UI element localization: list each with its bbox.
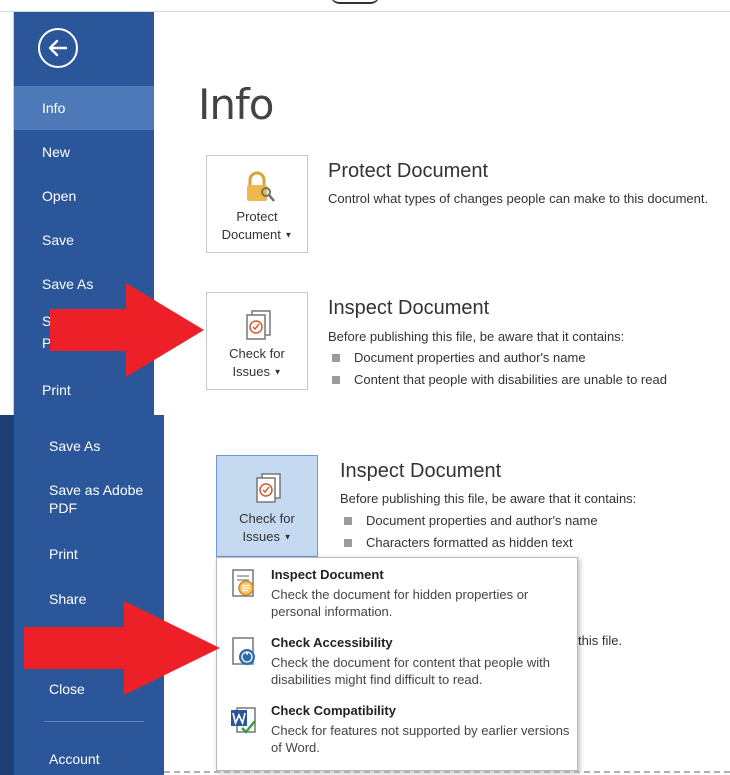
menu-item-description: Check the document for content that peop… bbox=[271, 655, 550, 687]
compatibility-icon bbox=[231, 707, 256, 734]
inspect-bullet: Characters formatted as hidden text bbox=[340, 535, 573, 550]
protect-button-label-2: Document bbox=[221, 227, 281, 242]
menu-item-description: Check the document for hidden properties… bbox=[271, 587, 529, 619]
inspect-section-title: Inspect Document bbox=[340, 460, 502, 482]
check-for-issues-button[interactable]: Check for Issues ▼ bbox=[206, 292, 308, 390]
red-arrow-annotation bbox=[50, 283, 204, 377]
inspect-bullet: Document properties and author's name bbox=[340, 513, 598, 528]
accessibility-icon bbox=[232, 637, 255, 665]
dropdown-caret-icon: ▼ bbox=[284, 230, 293, 240]
nav-save-as-adobe-pdf[interactable]: Save as Adobe PDF bbox=[14, 469, 154, 521]
inspect-bullet: Content that people with disabilities ar… bbox=[328, 372, 667, 387]
protect-document-button[interactable]: Protect Document ▼ bbox=[206, 155, 308, 253]
check-for-issues-menu: Inspect Document Check the document for … bbox=[216, 557, 578, 771]
partially-hidden-text: this file. bbox=[578, 633, 623, 648]
checklist-icon bbox=[256, 473, 281, 503]
nav-print[interactable]: Print bbox=[14, 533, 164, 573]
nav-save-as[interactable]: Save As bbox=[14, 425, 164, 465]
nav-open[interactable]: Open bbox=[14, 174, 154, 218]
inspect-section-description: Before publishing this file, be aware th… bbox=[340, 491, 637, 506]
backstage-sidebar: Save As Save as Adobe PDF Print Share Cl… bbox=[14, 415, 164, 775]
menu-item-title: Check Accessibility bbox=[271, 635, 393, 650]
back-arrow-icon bbox=[48, 39, 68, 57]
inspect-section-title: Inspect Document bbox=[328, 297, 490, 319]
nav-new[interactable]: New bbox=[14, 130, 154, 174]
dropdown-caret-icon: ▼ bbox=[283, 532, 292, 542]
top-crop-edge bbox=[0, 0, 730, 12]
menu-item-check-compatibility[interactable]: Check Compatibility Check for features n… bbox=[217, 696, 577, 762]
issues-button-label-2: Issues bbox=[242, 529, 281, 544]
page-title: Info bbox=[198, 80, 274, 129]
window-edge bbox=[0, 415, 14, 775]
menu-item-title: Inspect Document bbox=[271, 567, 384, 582]
protect-section-title: Protect Document bbox=[328, 160, 489, 182]
menu-item-check-accessibility[interactable]: Check Accessibility Check the document f… bbox=[217, 628, 577, 694]
issues-button-label-2: Issues bbox=[232, 364, 271, 379]
menu-item-title: Check Compatibility bbox=[271, 703, 396, 718]
menu-item-inspect-document[interactable]: Inspect Document Check the document for … bbox=[217, 560, 577, 626]
issues-button-label-1: Check for bbox=[239, 511, 295, 526]
nav-save[interactable]: Save bbox=[14, 218, 154, 262]
back-button[interactable] bbox=[38, 28, 78, 68]
nav-separator bbox=[44, 721, 144, 722]
inspect-document-icon bbox=[232, 569, 254, 597]
protect-button-label-1: Protect bbox=[236, 209, 278, 224]
check-for-issues-button[interactable]: Check for Issues ▼ bbox=[216, 455, 318, 557]
menu-item-description: Check for features not supported by earl… bbox=[271, 723, 570, 755]
crop-edge bbox=[164, 771, 730, 773]
top-screenshot-panel: Info New Open Save Save As S P Print Inf… bbox=[0, 0, 730, 415]
bottom-screenshot-panel: Save As Save as Adobe PDF Print Share Cl… bbox=[0, 415, 730, 775]
nav-account[interactable]: Account bbox=[14, 738, 164, 775]
checklist-icon bbox=[246, 310, 271, 340]
nav-info[interactable]: Info bbox=[14, 86, 154, 130]
window-edge bbox=[0, 0, 14, 415]
red-arrow-annotation bbox=[24, 601, 220, 695]
lock-key-icon bbox=[247, 171, 275, 202]
inspect-section-description: Before publishing this file, be aware th… bbox=[328, 329, 625, 344]
inspect-bullet: Document properties and author's name bbox=[328, 350, 586, 365]
dropdown-caret-icon: ▼ bbox=[273, 367, 282, 377]
protect-section-description: Control what types of changes people can… bbox=[328, 191, 709, 206]
issues-button-label-1: Check for bbox=[229, 346, 285, 361]
